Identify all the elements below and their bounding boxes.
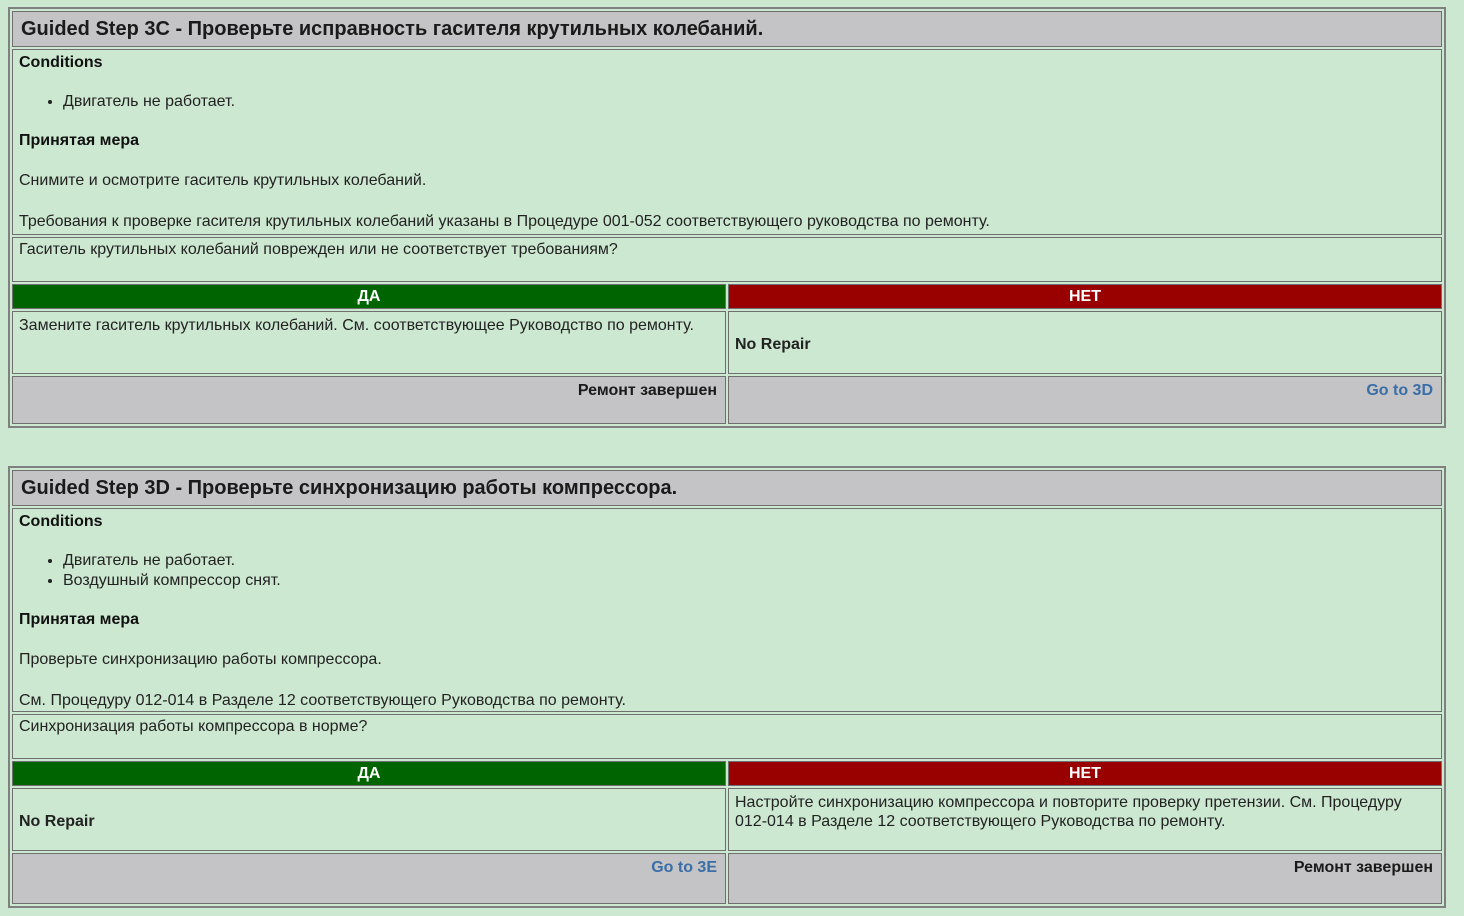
conditions-heading: Conditions (19, 54, 103, 71)
conditions-heading: Conditions (19, 513, 103, 530)
step-title: Guided Step 3D - Проверьте синхронизацию… (12, 470, 1442, 506)
yes-answer-text: Замените гаситель крутильных колебаний. … (19, 317, 694, 334)
no-answer-text: Настройте синхронизацию компрессора и по… (735, 794, 1402, 830)
step-question: Синхронизация работы компрессора в норме… (12, 714, 1442, 759)
step-table: Guided Step 3D - Проверьте синхронизацию… (10, 468, 1444, 906)
action-heading: Принятая мера (19, 611, 140, 628)
condition-item: Двигатель не работает. (63, 551, 1435, 571)
step-title: Guided Step 3C - Проверьте исправность г… (12, 11, 1442, 47)
no-answer: No Repair (728, 311, 1442, 374)
condition-item: Воздушный компрессор снят. (63, 571, 1435, 591)
step-table: Guided Step 3C - Проверьте исправность г… (10, 9, 1444, 426)
no-header: НЕТ (728, 284, 1442, 309)
step-body: Conditions Двигатель не работает. Воздуш… (12, 508, 1442, 712)
no-footer: Go to 3D (728, 376, 1442, 424)
guided-step-3d: Guided Step 3D - Проверьте синхронизацию… (8, 466, 1446, 908)
guided-step-3c: Guided Step 3C - Проверьте исправность г… (8, 7, 1446, 428)
condition-item: Двигатель не работает. (63, 92, 1435, 112)
step-question: Гаситель крутильных колебаний поврежден … (12, 237, 1442, 282)
conditions-list: Двигатель не работает. (19, 92, 1435, 112)
go-to-3d-link[interactable]: Go to 3D (1366, 382, 1433, 399)
yes-answer: Замените гаситель крутильных колебаний. … (12, 311, 726, 374)
action-paragraph: Проверьте синхронизацию работы компрессо… (19, 651, 382, 668)
action-paragraph: См. Процедуру 012-014 в Разделе 12 соотв… (19, 692, 626, 709)
repair-complete-label: Ремонт завершен (577, 382, 717, 399)
yes-footer: Go to 3E (12, 853, 726, 904)
no-header: НЕТ (728, 761, 1442, 786)
repair-complete-label: Ремонт завершен (1293, 859, 1433, 876)
go-to-3e-link[interactable]: Go to 3E (651, 859, 717, 876)
action-heading: Принятая мера (19, 132, 140, 149)
yes-header: ДА (12, 284, 726, 309)
yes-footer: Ремонт завершен (12, 376, 726, 424)
action-paragraph: Снимите и осмотрите гаситель крутильных … (19, 172, 427, 189)
step-body: Conditions Двигатель не работает. Принят… (12, 49, 1442, 235)
no-answer: Настройте синхронизацию компрессора и по… (728, 788, 1442, 851)
yes-answer: No Repair (12, 788, 726, 851)
conditions-list: Двигатель не работает. Воздушный компрес… (19, 551, 1435, 591)
yes-header: ДА (12, 761, 726, 786)
action-paragraph: Требования к проверке гасителя крутильны… (19, 213, 990, 230)
no-footer: Ремонт завершен (728, 853, 1442, 904)
